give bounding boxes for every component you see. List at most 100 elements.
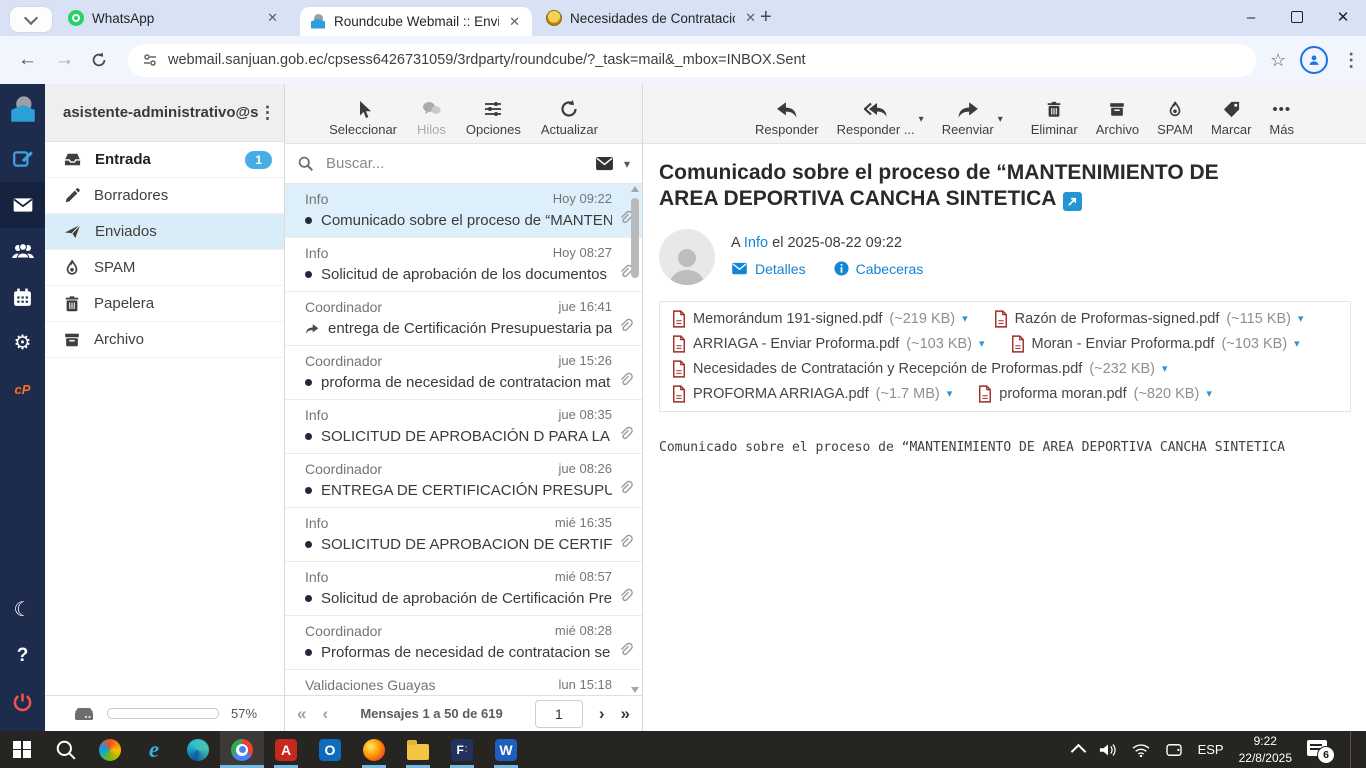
recipient-link[interactable]: Info <box>744 235 768 251</box>
taskbar-word[interactable]: W <box>484 731 528 768</box>
folder-papelera[interactable]: Papelera <box>45 286 284 322</box>
folder-archivo[interactable]: Archivo <box>45 322 284 358</box>
taskbar-search-button[interactable] <box>44 731 88 768</box>
refresh-button[interactable]: Actualizar <box>541 99 598 137</box>
taskbar-file-explorer[interactable] <box>396 731 440 768</box>
taskbar-acrobat[interactable]: A <box>264 731 308 768</box>
list-item[interactable]: Coordinador jue 15:26 proforma de necesid… <box>285 346 642 400</box>
search-input[interactable] <box>324 154 585 173</box>
folder-spam[interactable]: SPAM <box>45 250 284 286</box>
close-tab-icon[interactable]: ✕ <box>265 10 280 26</box>
compose-button[interactable] <box>0 136 45 182</box>
start-button[interactable] <box>0 731 44 768</box>
list-item[interactable]: Info Hoy 09:22 Comunicado sobre el proces… <box>285 184 642 238</box>
options-button[interactable]: Opciones <box>466 99 521 137</box>
wifi-icon[interactable] <box>1132 743 1150 757</box>
list-item[interactable]: Info Hoy 08:27 Solicitud de aprobación de… <box>285 238 642 292</box>
tray-expand-icon[interactable] <box>1070 743 1086 760</box>
reply-all-caret[interactable]: ▾ <box>919 114 924 125</box>
search-scope-mail-icon[interactable] <box>595 156 614 171</box>
search-options-caret[interactable]: ▾ <box>624 157 630 171</box>
folder-borradores[interactable]: Borradores <box>45 178 284 214</box>
rail-item-calendar[interactable] <box>0 274 45 320</box>
back-button[interactable]: ← <box>18 49 37 71</box>
taskbar-chrome-active[interactable] <box>220 731 264 768</box>
notification-center-button[interactable]: 6 <box>1307 739 1335 764</box>
last-page-button[interactable]: » <box>621 704 630 724</box>
window-maximize-button[interactable] <box>1274 0 1320 34</box>
page-number-input[interactable] <box>534 699 583 728</box>
folder-enviados[interactable]: Enviados <box>45 214 284 250</box>
first-page-button[interactable]: « <box>297 704 306 724</box>
scroll-down-icon[interactable] <box>631 687 639 693</box>
scroll-up-icon[interactable] <box>631 186 639 192</box>
attachment-chip[interactable]: Memorándum 191-signed.pdf (~219 KB) ▾ <box>672 309 968 328</box>
list-scrollbar[interactable] <box>629 184 641 695</box>
next-page-button[interactable]: › <box>599 704 605 724</box>
scrollbar-thumb[interactable] <box>631 198 639 278</box>
select-button[interactable]: Seleccionar <box>329 99 397 137</box>
open-external-icon[interactable] <box>1063 192 1083 212</box>
forward-button[interactable]: → <box>55 49 74 71</box>
reload-button[interactable] <box>90 51 108 69</box>
prev-page-button[interactable]: ‹ <box>322 704 328 724</box>
list-item[interactable]: Validaciones Guayas lun 15:18 <box>285 670 642 695</box>
spam-button[interactable]: SPAM <box>1157 100 1193 137</box>
list-item[interactable]: Info mié 08:57 Solicitud de aprobación de… <box>285 562 642 616</box>
list-item[interactable]: Coordinador mié 08:28 Proformas de necesi… <box>285 616 642 670</box>
taskbar-outlook[interactable]: O <box>308 731 352 768</box>
rail-item-settings[interactable]: ⚙ <box>0 320 45 366</box>
archive-button[interactable]: Archivo <box>1096 100 1139 137</box>
volume-icon[interactable] <box>1099 742 1117 758</box>
folder-entrada[interactable]: Entrada 1 <box>45 142 284 178</box>
rail-item-contacts[interactable] <box>0 228 45 274</box>
tab-search-button[interactable] <box>10 7 52 32</box>
dark-mode-button[interactable]: ☾ <box>0 587 45 633</box>
window-close-button[interactable]: ✕ <box>1320 0 1366 34</box>
tab-necesidades[interactable]: Necesidades de Contratación y ✕ <box>536 0 768 36</box>
taskbar-edge[interactable] <box>176 731 220 768</box>
attachment-menu-caret[interactable]: ▾ <box>1162 362 1168 375</box>
attachment-menu-caret[interactable]: ▾ <box>947 387 953 400</box>
headers-link[interactable]: Cabeceras <box>856 261 924 277</box>
forward-caret[interactable]: ▾ <box>998 114 1003 125</box>
threads-button[interactable]: Hilos <box>417 99 446 137</box>
rail-item-mail[interactable] <box>0 182 45 228</box>
more-button[interactable]: ••• Más <box>1269 100 1294 137</box>
reply-button[interactable]: Responder <box>755 101 819 137</box>
delete-button[interactable]: Eliminar <box>1031 100 1078 137</box>
cast-screen-icon[interactable] <box>1165 743 1183 757</box>
attachment-chip[interactable]: PROFORMA ARRIAGA.pdf (~1.7 MB) ▾ <box>672 384 953 403</box>
tab-whatsapp[interactable]: WhatsApp ✕ <box>58 0 290 36</box>
close-tab-icon[interactable]: ✕ <box>743 10 758 26</box>
help-button[interactable]: ? <box>0 633 45 679</box>
attachment-menu-caret[interactable]: ▾ <box>1294 337 1300 350</box>
attachment-menu-caret[interactable]: ▾ <box>979 337 985 350</box>
new-tab-button[interactable]: + <box>760 6 772 29</box>
cpanel-button[interactable]: cP <box>0 366 45 412</box>
list-item[interactable]: Coordinador jue 08:26 ENTREGA DE CERTIFIC… <box>285 454 642 508</box>
attachment-chip[interactable]: Necesidades de Contratación y Recepción … <box>672 359 1168 378</box>
attachment-chip[interactable]: Razón de Proformas-signed.pdf (~115 KB) … <box>994 309 1304 328</box>
taskbar-internet-explorer[interactable]: e <box>132 731 176 768</box>
bookmark-star-button[interactable]: ☆ <box>1270 50 1286 71</box>
browser-profile-button[interactable] <box>1300 46 1329 74</box>
attachment-menu-caret[interactable]: ▾ <box>1298 312 1304 325</box>
taskbar-copilot[interactable] <box>88 731 132 768</box>
list-item[interactable]: Info jue 08:35 SOLICITUD DE APROBACIÓN D … <box>285 400 642 454</box>
attachment-chip[interactable]: proforma moran.pdf (~820 KB) ▾ <box>978 384 1212 403</box>
browser-menu-button[interactable]: ⋮ <box>1342 50 1360 71</box>
show-desktop-button[interactable] <box>1350 731 1356 768</box>
taskbar-forticlient[interactable]: F ⁚ <box>440 731 484 768</box>
language-indicator[interactable]: ESP <box>1198 742 1224 757</box>
list-item[interactable]: Info mié 16:35 SOLICITUD DE APROBACION DE… <box>285 508 642 562</box>
account-menu-button[interactable]: ⋮ <box>259 103 276 123</box>
list-item[interactable]: Coordinador jue 16:41 entrega de Certific… <box>285 292 642 346</box>
forward-button[interactable]: Reenviar ▾ <box>942 101 1003 137</box>
clock[interactable]: 9:22 22/8/2025 <box>1239 733 1292 765</box>
reply-all-button[interactable]: Responder ... ▾ <box>837 101 924 137</box>
attachment-chip[interactable]: Moran - Enviar Proforma.pdf (~103 KB) ▾ <box>1011 334 1300 353</box>
details-link[interactable]: Detalles <box>755 261 806 277</box>
tab-roundcube-active[interactable]: Roundcube Webmail :: Enviados ✕ <box>300 7 532 36</box>
close-tab-icon[interactable]: ✕ <box>507 14 522 30</box>
